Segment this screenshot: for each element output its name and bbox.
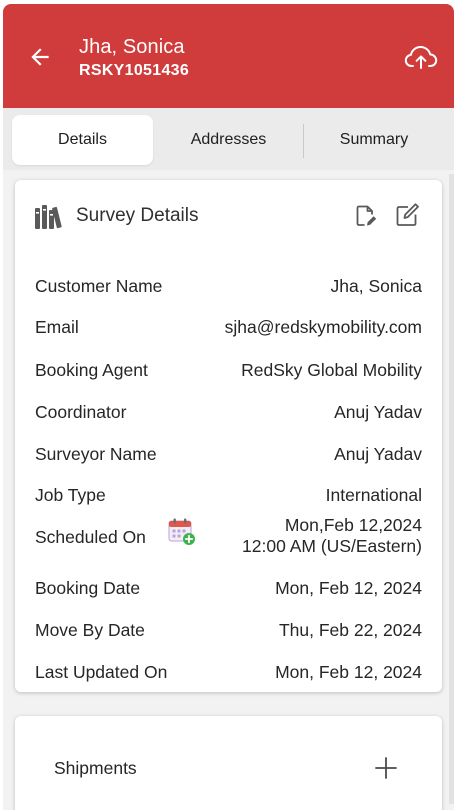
app-frame: Jha, Sonica RSKY1051436 Details Addresse… xyxy=(3,4,454,810)
detail-value: Mon,Feb 12,2024 xyxy=(284,515,422,535)
books-icon xyxy=(35,205,62,229)
tab-bar: Details Addresses Summary xyxy=(3,108,454,170)
document-edit-icon[interactable] xyxy=(353,203,379,229)
shipments-title: Shipments xyxy=(54,758,137,778)
arrow-left-icon xyxy=(31,48,49,66)
detail-row-move-by-date: Move By Date Thu, Feb 22, 2024 xyxy=(35,618,422,642)
detail-label: Job Type xyxy=(35,485,106,505)
plus-icon[interactable] xyxy=(371,753,401,783)
tab-addresses[interactable]: Addresses xyxy=(163,115,294,165)
detail-value: RedSky Global Mobility xyxy=(241,360,422,380)
detail-value: Anuj Yadav xyxy=(334,444,422,464)
detail-label: Coordinator xyxy=(35,402,127,422)
edit-icon[interactable] xyxy=(393,201,421,229)
detail-row-coordinator: Coordinator Anuj Yadav xyxy=(35,400,422,424)
detail-value: Jha, Sonica xyxy=(330,276,422,296)
detail-value-time: 12:00 AM (US/Eastern) xyxy=(242,536,422,556)
detail-value: Anuj Yadav xyxy=(334,402,422,422)
detail-label: Email xyxy=(35,317,79,337)
detail-row-last-updated-on: Last Updated On Mon, Feb 12, 2024 xyxy=(35,660,422,684)
detail-row-job-type: Job Type International xyxy=(35,483,422,507)
detail-value: sjha@redskymobility.com xyxy=(224,317,422,337)
detail-label: Booking Agent xyxy=(35,360,148,380)
customer-name-title: Jha, Sonica xyxy=(79,36,185,58)
detail-row-surveyor-name: Surveyor Name Anuj Yadav xyxy=(35,442,422,466)
detail-value: Thu, Feb 22, 2024 xyxy=(278,620,422,640)
tab-divider xyxy=(303,124,304,158)
detail-row-email: Email sjha@redskymobility.com xyxy=(35,315,422,339)
cloud-upload-icon xyxy=(404,46,438,69)
detail-row-customer-name: Customer Name Jha, Sonica xyxy=(35,274,422,298)
detail-row-scheduled-on: Scheduled On Mon,Feb 12,2024 12:00 AM (U… xyxy=(35,514,422,560)
tab-details[interactable]: Details xyxy=(12,115,153,165)
detail-value: International xyxy=(325,485,422,505)
detail-label: Booking Date xyxy=(35,578,141,598)
survey-details-card: Survey Details Customer Name Jha, Sonica… xyxy=(15,180,442,692)
calendar-add-icon[interactable] xyxy=(167,517,197,547)
detail-label: Move By Date xyxy=(35,620,145,640)
detail-value: Mon, Feb 12, 2024 xyxy=(275,578,422,598)
detail-label: Scheduled On xyxy=(35,527,146,547)
detail-label: Customer Name xyxy=(35,276,163,296)
detail-value: Mon, Feb 12, 2024 xyxy=(275,662,422,682)
back-button[interactable] xyxy=(25,42,55,72)
detail-label: Last Updated On xyxy=(35,662,168,682)
upload-button[interactable] xyxy=(403,42,439,72)
detail-row-booking-date: Booking Date Mon, Feb 12, 2024 xyxy=(35,576,422,600)
shipments-card: Shipments xyxy=(15,716,442,810)
app-header: Jha, Sonica RSKY1051436 xyxy=(3,4,454,108)
tab-summary[interactable]: Summary xyxy=(308,115,440,165)
survey-details-title: Survey Details xyxy=(76,205,199,226)
detail-row-booking-agent: Booking Agent RedSky Global Mobility xyxy=(35,358,422,382)
file-id: RSKY1051436 xyxy=(79,62,190,79)
scrollbar[interactable] xyxy=(449,174,454,804)
detail-label: Surveyor Name xyxy=(35,444,157,464)
